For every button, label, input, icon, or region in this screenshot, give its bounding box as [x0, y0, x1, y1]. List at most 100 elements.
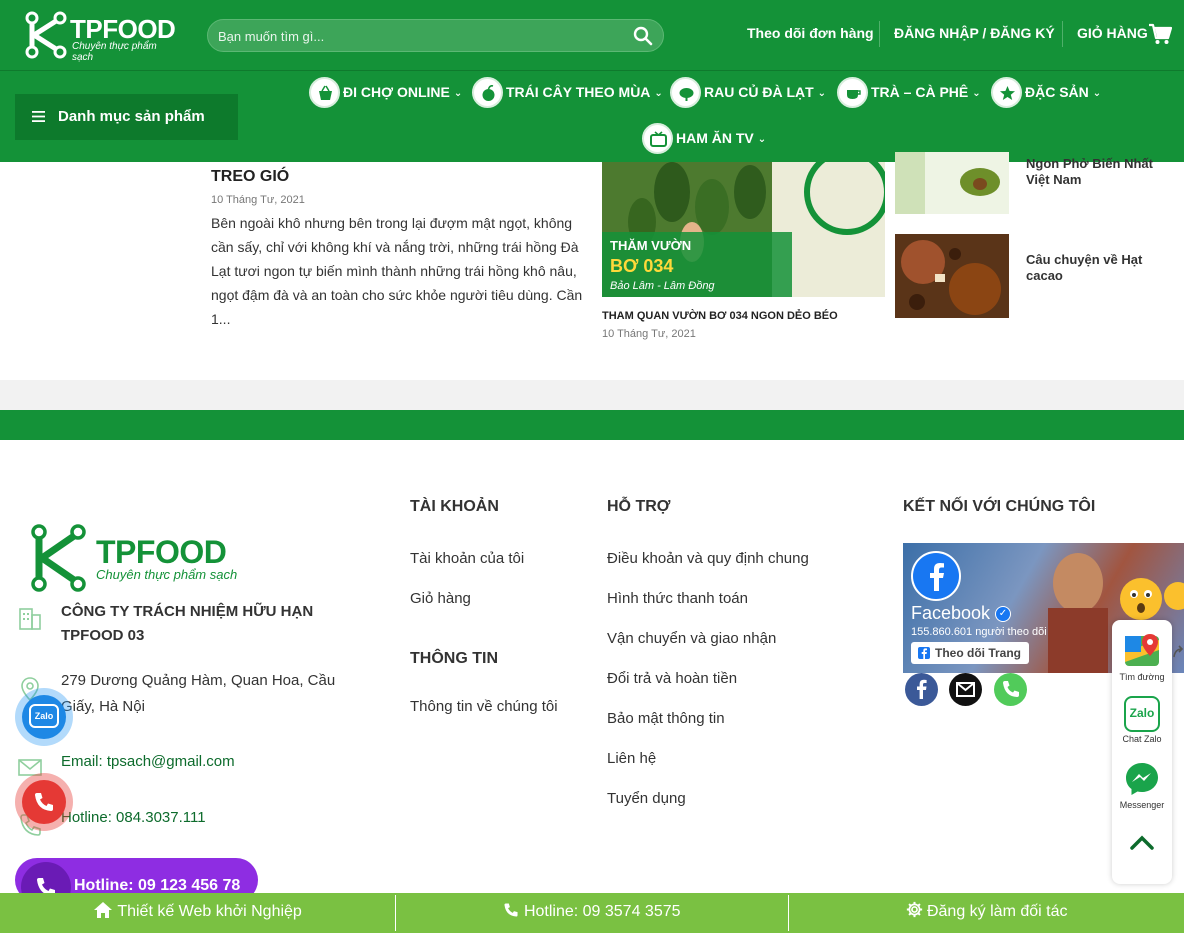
footer: TPFOOD Chuyên thực phẩm sạch CÔNG TY TRÁ…: [0, 440, 1184, 893]
directions-button[interactable]: Tìm đường: [1112, 632, 1172, 682]
zalo-float-button[interactable]: Zalo: [15, 688, 73, 746]
partner-register-label: Đăng ký làm đối tác: [926, 903, 1068, 920]
search-input[interactable]: [218, 26, 618, 46]
verified-badge-icon: ✓: [995, 606, 1011, 622]
web-design-link[interactable]: Thiết kế Web khởi Nghiệp: [0, 893, 395, 933]
site-logo[interactable]: TPFOOD Chuyên thực phẩm sạch: [24, 10, 176, 63]
side-post-image[interactable]: [895, 234, 1009, 318]
nav-item-label: RAU CỦ ĐÀ LẠT: [704, 84, 814, 100]
chat-zalo-button[interactable]: Zalo Chat Zalo: [1112, 696, 1172, 744]
footer-link-privacy[interactable]: Bảo mật thông tin: [607, 710, 725, 727]
specialty-icon: [991, 77, 1022, 108]
facebook-followers: 155.860.601 người theo dõi: [911, 626, 1047, 638]
company-address: 279 Dương Quảng Hàm, Quan Hoa, Cầu Giấy,…: [61, 672, 336, 715]
category-menu-button[interactable]: Danh mục sản phẩm: [15, 94, 238, 140]
feature-post-image[interactable]: THĂM VƯỜN BƠ 034 Bảo Lâm - Lâm Đồng: [602, 162, 885, 297]
blog-section: TREO GIÓ 10 Tháng Tư, 2021 Bên ngoài khô…: [0, 152, 1184, 380]
footer-link-my-account[interactable]: Tài khoản của tôi: [410, 550, 524, 567]
company-email[interactable]: Email: tpsach@gmail.com: [61, 753, 235, 770]
footer-support-heading: HỖ TRỢ: [607, 498, 671, 515]
post-excerpt: Bên ngoài khô nhưng bên trong lại đượm m…: [211, 215, 583, 327]
zalo-chat-icon: Zalo: [29, 704, 59, 728]
footer-account-heading: TÀI KHOẢN: [410, 498, 499, 515]
feature-post-title[interactable]: THAM QUAN VƯỜN BƠ 034 NGON DẺO BÉO: [602, 310, 838, 322]
reaction-emoji-icon: [1120, 578, 1184, 620]
logo-mark-icon: [25, 11, 67, 59]
tv-icon: [642, 123, 673, 154]
building-icon: [19, 608, 41, 630]
chevron-down-icon: ⌄: [453, 88, 463, 99]
phone-float-button[interactable]: [15, 773, 73, 831]
nav-item-label: TRÁI CÂY THEO MÙA: [506, 84, 651, 100]
fruit-icon: [472, 77, 503, 108]
footer-link-contact[interactable]: Liên hệ: [607, 750, 656, 767]
bottom-action-bar: Thiết kế Web khởi Nghiệp Hotline: 09 357…: [0, 893, 1184, 933]
phone-call-icon: [35, 793, 53, 811]
vegetable-icon: [670, 77, 701, 108]
feature-image-caption-2: BƠ 034: [610, 256, 674, 276]
footer-link-careers[interactable]: Tuyển dụng: [607, 790, 686, 807]
gear-icon: [906, 901, 922, 918]
login-register-link[interactable]: ĐĂNG NHẬP / ĐĂNG KÝ: [894, 25, 1055, 41]
search-icon[interactable]: [633, 26, 653, 46]
side-post-title[interactable]: Ngon Phở Biến Nhất Việt Nam: [1026, 156, 1176, 188]
cart-link[interactable]: GIỎ HÀNG: [1077, 25, 1148, 41]
chevron-down-icon: ⌄: [1092, 88, 1102, 99]
chevron-down-icon: ⌄: [817, 88, 827, 99]
side-post-image[interactable]: [895, 152, 1009, 214]
messenger-button[interactable]: Messenger: [1112, 760, 1172, 810]
facebook-follow-button[interactable]: Theo dõi Trang: [911, 642, 1029, 664]
main-navigation: Danh mục sản phẩm ĐI CHỢ ONLINE ⌄ TRÁI CÂ…: [0, 71, 1184, 162]
track-order-link[interactable]: Theo dõi đơn hàng: [747, 25, 874, 41]
post-date: 10 Tháng Tư, 2021: [211, 194, 305, 206]
chevron-up-icon: [1130, 835, 1154, 850]
footer-logo-tagline: Chuyên thực phẩm sạch: [96, 567, 238, 582]
footer-link-returns[interactable]: Đổi trả và hoàn tiền: [607, 670, 737, 687]
facebook-share-icon[interactable]: [905, 673, 938, 706]
nav-item-label: HAM ĂN TV: [676, 130, 754, 146]
header-divider: [1062, 21, 1063, 47]
company-hotline[interactable]: Hotline: 084.3037.111: [61, 809, 206, 826]
hamburger-icon: [32, 111, 45, 122]
cart-icon[interactable]: [1148, 23, 1172, 45]
scroll-top-button[interactable]: [1112, 828, 1172, 860]
side-post-title[interactable]: Câu chuyện về Hạt cacao: [1026, 252, 1176, 284]
feature-image-caption-3: Bảo Lâm - Lâm Đồng: [610, 280, 715, 292]
category-menu-label: Danh mục sản phẩm: [58, 108, 205, 125]
post-title[interactable]: TREO GIÓ: [211, 168, 289, 186]
phone-share-icon[interactable]: [994, 673, 1027, 706]
messenger-label: Messenger: [1119, 800, 1165, 810]
footer-link-payment[interactable]: Hình thức thanh toán: [607, 590, 748, 607]
basket-icon: [309, 77, 340, 108]
messenger-icon: [1126, 763, 1158, 795]
footer-logo-text: TPFOOD: [96, 534, 227, 570]
tea-cup-icon: [837, 77, 868, 108]
footer-connect-heading: KẾT NỐI VỚI CHÚNG TÔI: [903, 498, 1096, 515]
footer-link-cart[interactable]: Giỏ hàng: [410, 590, 471, 607]
facebook-page-name: Facebook: [911, 603, 991, 623]
web-design-label: Thiết kế Web khởi Nghiệp: [117, 903, 302, 920]
top-header: TPFOOD Chuyên thực phẩm sạch Theo dõi đơ…: [0, 0, 1184, 71]
share-arrow-icon[interactable]: [1172, 643, 1184, 661]
footer-logo[interactable]: TPFOOD Chuyên thực phẩm sạch: [28, 522, 243, 594]
section-divider: [0, 380, 1184, 410]
logo-mark-icon: [31, 524, 86, 592]
feature-post-date: 10 Tháng Tư, 2021: [602, 328, 696, 340]
email-share-icon[interactable]: [949, 673, 982, 706]
directions-label: Tìm đường: [1119, 672, 1165, 682]
nav-item-label: ĐI CHỢ ONLINE: [343, 84, 450, 100]
footer-link-terms[interactable]: Điều khoản và quy định chung: [607, 550, 809, 567]
footer-info-heading: THÔNG TIN: [410, 650, 498, 667]
nav-item-label: ĐẶC SẢN: [1025, 84, 1089, 100]
logo-tagline: Chuyên thực phẩm sạch: [72, 41, 157, 63]
footer-link-about[interactable]: Thông tin về chúng tôi: [410, 698, 558, 715]
partner-register-link[interactable]: Đăng ký làm đối tác: [789, 893, 1184, 933]
bottom-hotline-label: Hotline: 09 3574 3575: [523, 903, 681, 920]
bottom-hotline-link[interactable]: Hotline: 09 3574 3575: [396, 893, 788, 933]
home-icon: [94, 902, 113, 918]
zalo-icon: Zalo: [1124, 696, 1160, 732]
chevron-down-icon: ⌄: [654, 88, 663, 99]
footer-link-shipping[interactable]: Vận chuyển và giao nhận: [607, 630, 776, 647]
google-maps-icon: [1125, 634, 1159, 666]
phone-icon: [504, 903, 519, 917]
